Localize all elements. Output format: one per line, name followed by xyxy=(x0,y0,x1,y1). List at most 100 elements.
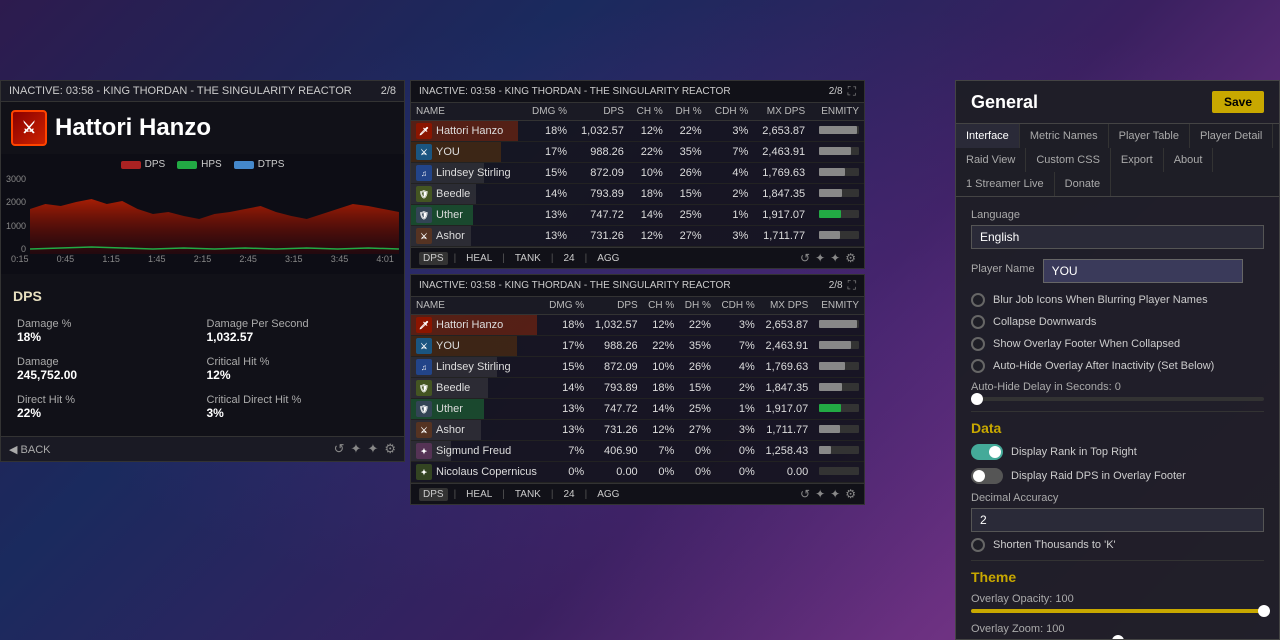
left-panel-pages: 2/8 xyxy=(381,85,396,97)
table-row[interactable]: 🛡 Beedle 14% 793.89 18% 15% 2% 1,847.35 xyxy=(411,184,864,205)
settings-icon-top[interactable]: ⚙ xyxy=(845,251,856,265)
zoom-slider-knob[interactable] xyxy=(1112,635,1124,640)
star-icon-bot-2[interactable]: ✦ xyxy=(830,487,840,501)
settings-icon-bot[interactable]: ⚙ xyxy=(845,487,856,501)
nav-about[interactable]: About xyxy=(1164,148,1214,172)
checkbox-autohide-label: Auto-Hide Overlay After Inactivity (Set … xyxy=(993,360,1214,372)
toggle-raid-dps[interactable] xyxy=(971,468,1003,484)
top-overlay-table: NAME DMG % DPS CH % DH % CDH % MX DPS EN… xyxy=(411,103,864,247)
star-icon-1[interactable]: ✦ xyxy=(351,441,362,457)
language-select[interactable]: English xyxy=(971,225,1264,249)
nav-custom-css[interactable]: Custom CSS xyxy=(1026,148,1111,172)
tab-24-bot[interactable]: 24 xyxy=(559,488,578,501)
checkbox-shorten-label: Shorten Thousands to 'K' xyxy=(993,539,1116,551)
tab-tank-top[interactable]: TANK xyxy=(511,252,545,265)
stat-crit-value: 12% xyxy=(207,368,389,382)
toggle-rank[interactable] xyxy=(971,444,1003,460)
row-dps: 1,032.57 xyxy=(589,315,643,336)
footer-icons: ↺ ✦ ✦ ⚙ xyxy=(334,441,396,457)
zoom-label: Overlay Zoom: 100 xyxy=(971,623,1264,635)
left-panel-footer: ◀ BACK ↺ ✦ ✦ ⚙ xyxy=(1,436,404,461)
player-name-input[interactable] xyxy=(1043,259,1243,283)
star-icon-2[interactable]: ✦ xyxy=(367,441,378,457)
nav-donate[interactable]: Donate xyxy=(1055,172,1111,196)
radio-shorten[interactable] xyxy=(971,538,985,552)
top-overlay-footer: DPS | HEAL | TANK | 24 | AGG ↺ ✦ ✦ ⚙ xyxy=(411,247,864,268)
table-row[interactable]: ✦ Nicolaus Copernicus 0% 0.00 0% 0% 0% 0… xyxy=(411,462,864,483)
radio-blur-icons[interactable] xyxy=(971,293,985,307)
opacity-label: Overlay Opacity: 100 xyxy=(971,593,1264,605)
stats-section-title: DPS xyxy=(13,284,392,312)
opacity-slider-track[interactable] xyxy=(971,609,1264,613)
tab-heal-bot[interactable]: HEAL xyxy=(462,488,496,501)
table-row[interactable]: 🛡 Uther 13% 747.72 14% 25% 1% 1,917.07 xyxy=(411,399,864,420)
bottom-overlay-expand[interactable]: ⛶ xyxy=(848,278,856,293)
nav-player-table[interactable]: Player Table xyxy=(1109,124,1190,148)
row-dh: 0% xyxy=(679,462,716,483)
tab-dps-bot[interactable]: DPS xyxy=(419,488,448,501)
opacity-slider-knob[interactable] xyxy=(1258,605,1270,617)
nav-player-detail[interactable]: Player Detail xyxy=(1190,124,1273,148)
row-ch: 12% xyxy=(643,315,680,336)
stat-damage: Damage 245,752.00 xyxy=(13,350,203,388)
row-job-icon: 🛡 xyxy=(416,380,432,396)
row-dh: 27% xyxy=(679,420,716,441)
table-row[interactable]: ✦ Sigmund Freud 7% 406.90 7% 0% 0% 1,258… xyxy=(411,441,864,462)
legend-hps: HPS xyxy=(177,159,222,170)
autohide-slider-knob[interactable] xyxy=(971,393,983,405)
nav-streamer[interactable]: 1 Streamer Live xyxy=(956,172,1055,196)
col-name-bot: NAME xyxy=(411,297,544,315)
table-row[interactable]: 🛡 Beedle 14% 793.89 18% 15% 2% 1,847.35 xyxy=(411,378,864,399)
tab-agg-top[interactable]: AGG xyxy=(593,252,623,265)
table-row[interactable]: 🗡 Hattori Hanzo 18% 1,032.57 12% 22% 3% … xyxy=(411,121,864,142)
row-ch: 18% xyxy=(643,378,680,399)
tab-heal-top[interactable]: HEAL xyxy=(462,252,496,265)
stat-cdh: Critical Direct Hit % 3% xyxy=(203,388,393,426)
radio-collapse[interactable] xyxy=(971,315,985,329)
table-row[interactable]: ⚔ YOU 17% 988.26 22% 35% 7% 2,463.91 xyxy=(411,142,864,163)
top-overlay-panel: INACTIVE: 03:58 - KING THORDAN - THE SIN… xyxy=(410,80,865,269)
nav-raid-view[interactable]: Raid View xyxy=(956,148,1026,172)
chart-y-1000: 1000 xyxy=(6,221,26,231)
radio-autohide[interactable] xyxy=(971,359,985,373)
table-row[interactable]: 🛡 Uther 13% 747.72 14% 25% 1% 1,917.07 xyxy=(411,205,864,226)
stat-crit: Critical Hit % 12% xyxy=(203,350,393,388)
settings-title: General xyxy=(971,92,1038,113)
autohide-slider-track[interactable] xyxy=(971,397,1264,401)
checkbox-footer-label: Show Overlay Footer When Collapsed xyxy=(993,338,1180,350)
star-icon-top-2[interactable]: ✦ xyxy=(830,251,840,265)
tab-agg-bot[interactable]: AGG xyxy=(593,488,623,501)
tab-24-top[interactable]: 24 xyxy=(559,252,578,265)
table-row[interactable]: 🗡 Hattori Hanzo 18% 1,032.57 12% 22% 3% … xyxy=(411,315,864,336)
settings-icon[interactable]: ⚙ xyxy=(384,441,396,457)
tab-tank-bot[interactable]: TANK xyxy=(511,488,545,501)
save-button[interactable]: Save xyxy=(1212,91,1264,113)
row-dmg-pct: 17% xyxy=(544,336,590,357)
reset-icon[interactable]: ↺ xyxy=(334,441,345,457)
tab-dps-top[interactable]: DPS xyxy=(419,252,448,265)
row-dmg-pct: 15% xyxy=(544,357,590,378)
table-row[interactable]: ♫ Lindsey Stirling 15% 872.09 10% 26% 4%… xyxy=(411,163,864,184)
radio-footer[interactable] xyxy=(971,337,985,351)
decimal-select[interactable]: 2 xyxy=(971,508,1264,532)
nav-interface[interactable]: Interface xyxy=(956,124,1020,148)
data-section-title: Data xyxy=(971,420,1264,436)
back-button[interactable]: ◀ BACK xyxy=(9,443,50,456)
reset-icon-bot[interactable]: ↺ xyxy=(800,487,810,501)
row-cdh: 7% xyxy=(716,336,760,357)
row-enmity xyxy=(810,163,864,184)
star-icon-top-1[interactable]: ✦ xyxy=(815,251,825,265)
reset-icon-top[interactable]: ↺ xyxy=(800,251,810,265)
nav-export[interactable]: Export xyxy=(1111,148,1164,172)
table-row[interactable]: ♫ Lindsey Stirling 15% 872.09 10% 26% 4%… xyxy=(411,357,864,378)
table-row[interactable]: ⚔ Ashor 13% 731.26 12% 27% 3% 1,711.77 xyxy=(411,420,864,441)
top-overlay-expand[interactable]: ⛶ xyxy=(848,84,856,99)
row-ch: 22% xyxy=(643,336,680,357)
row-dmg-pct: 13% xyxy=(524,205,572,226)
nav-metric-names[interactable]: Metric Names xyxy=(1020,124,1109,148)
star-icon-bot-1[interactable]: ✦ xyxy=(815,487,825,501)
table-row[interactable]: ⚔ Ashor 13% 731.26 12% 27% 3% 1,711.77 xyxy=(411,226,864,247)
row-mx-dps: 1,917.07 xyxy=(760,399,814,420)
table-row[interactable]: ⚔ YOU 17% 988.26 22% 35% 7% 2,463.91 xyxy=(411,336,864,357)
row-dmg-pct: 13% xyxy=(524,226,572,247)
